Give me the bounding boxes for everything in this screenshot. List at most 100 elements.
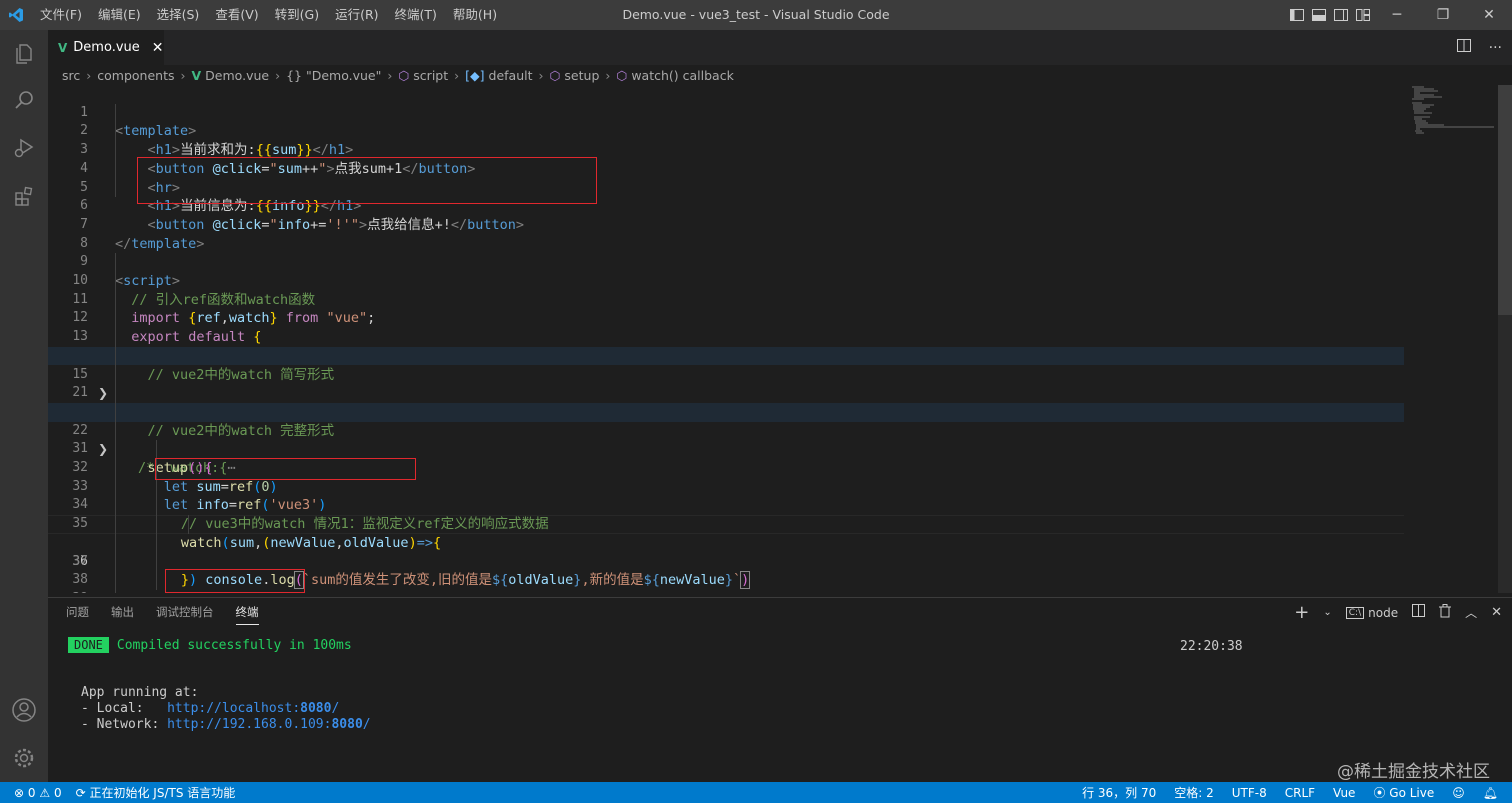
code-line: 2 <h1>当前求和为:{{sum}}</h1> xyxy=(80,123,354,159)
maximize-panel-icon[interactable]: ︿ xyxy=(1465,604,1477,621)
code-line: 37 }) xyxy=(72,553,198,589)
maximize-button[interactable]: ❐ xyxy=(1420,0,1466,30)
extensions-icon[interactable] xyxy=(0,172,48,220)
vue-file-icon: V xyxy=(58,40,68,55)
search-icon[interactable] xyxy=(0,76,48,124)
highlight-box xyxy=(165,569,305,593)
activity-bar xyxy=(0,30,48,782)
window-controls: ─ ❐ ✕ xyxy=(1286,0,1512,30)
go-live-button[interactable]: ⦿ Go Live xyxy=(1373,784,1434,801)
code-line: 35 watch(sum,(newValue,oldValue)=>{ xyxy=(72,516,442,551)
code-line: 10 // 引入ref函数和watch函数 xyxy=(72,273,316,308)
menu-help[interactable]: 帮助(H) xyxy=(445,0,505,30)
watermark: @稀土掘金技术社区 xyxy=(1337,762,1490,782)
breadcrumb-file[interactable]: Demo.vue xyxy=(205,68,269,83)
code-line: 13 name: 'Demo', xyxy=(72,329,253,364)
split-terminal-icon[interactable] xyxy=(1412,604,1426,621)
menu-file[interactable]: 文件(F) xyxy=(32,0,90,30)
indentation[interactable]: 空格: 2 xyxy=(1174,784,1214,801)
settings-gear-icon[interactable] xyxy=(0,734,48,782)
code-line: 34 // vue3中的watch 情况1：监视定义ref定义的响应式数据 xyxy=(72,497,549,533)
split-editor-icon[interactable] xyxy=(1456,39,1471,56)
editor-scrollbar[interactable] xyxy=(1498,85,1512,593)
menu-selection[interactable]: 选择(S) xyxy=(149,0,208,30)
task-status[interactable]: ⟳ 正在初始化 JS/TS 语言功能 xyxy=(76,784,236,801)
language-mode[interactable]: Vue xyxy=(1333,786,1355,800)
toggle-sidebar-icon[interactable] xyxy=(1286,0,1308,30)
chevron-down-icon[interactable]: ⌄ xyxy=(1323,607,1331,618)
done-badge: DONE xyxy=(68,637,109,653)
terminal-network-line: - Network: http://192.168.0.109:8080/ xyxy=(81,717,371,732)
code-line-folded: 22 ❯ /* watch:{⋯ xyxy=(48,402,1404,476)
new-terminal-icon[interactable]: + xyxy=(1294,602,1309,623)
line-ending[interactable]: CRLF xyxy=(1285,786,1315,800)
broadcast-icon: ⦿ xyxy=(1373,786,1386,800)
toggle-panel-icon[interactable] xyxy=(1308,0,1330,30)
vscode-logo-icon xyxy=(0,0,32,30)
breadcrumb-module[interactable]: {} "Demo.vue" xyxy=(286,68,381,83)
customize-layout-icon[interactable] xyxy=(1352,0,1374,30)
code-line-folded: 15 ❯ /* watch:{ ⋯ xyxy=(48,346,1404,420)
problems-status[interactable]: ⊗ 0 ⚠ 0 xyxy=(14,786,62,800)
tab-label: Demo.vue xyxy=(73,40,140,55)
highlight-box xyxy=(137,157,597,204)
code-line: 11 import {ref,watch} from "vue"; xyxy=(72,291,376,327)
explorer-icon[interactable] xyxy=(0,30,48,78)
encoding[interactable]: UTF-8 xyxy=(1232,786,1267,800)
panel-tabs: 问题 输出 调试控制台 终端 xyxy=(66,604,259,625)
minimap[interactable] xyxy=(1404,85,1504,593)
status-bar: ⊗ 0 ⚠ 0 ⟳ 正在初始化 JS/TS 语言功能 行 36，列 70 空格:… xyxy=(0,782,1512,803)
menu-edit[interactable]: 编辑(E) xyxy=(90,0,149,30)
terminal-shell-label[interactable]: node xyxy=(1368,606,1398,620)
breadcrumb: src › components › V Demo.vue › {} "Demo.vu… xyxy=(48,65,1512,85)
close-window-button[interactable]: ✕ xyxy=(1466,0,1512,30)
tab-problems[interactable]: 问题 xyxy=(66,604,89,625)
tab-debug-console[interactable]: 调试控制台 xyxy=(156,604,214,625)
network-url-link[interactable]: http://192.168.0.109: xyxy=(167,717,331,732)
sync-icon: ⟳ xyxy=(75,786,86,800)
breadcrumb-watch-callback[interactable]: watch() callback xyxy=(631,68,734,83)
menu-run[interactable]: 运行(R) xyxy=(327,0,386,30)
menu-go[interactable]: 转到(G) xyxy=(267,0,327,30)
method-icon: ⬡ xyxy=(549,67,561,83)
breadcrumb-default[interactable]: default xyxy=(489,68,533,83)
close-tab-icon[interactable]: ✕ xyxy=(152,40,164,56)
more-actions-icon[interactable]: ··· xyxy=(1489,40,1502,56)
code-line: 21 xyxy=(72,385,88,401)
run-debug-icon[interactable] xyxy=(0,124,48,172)
trash-icon[interactable] xyxy=(1439,603,1452,622)
terminal-shell-icon[interactable]: C:\ xyxy=(1345,606,1365,619)
breadcrumb-script[interactable]: script xyxy=(413,68,448,83)
notifications-bell-icon[interactable]: 🔔︎ xyxy=(1483,786,1498,800)
accounts-icon[interactable] xyxy=(0,686,48,734)
close-panel-icon[interactable]: ✕ xyxy=(1491,605,1502,620)
scrollbar-thumb[interactable] xyxy=(1498,85,1512,315)
code-editor[interactable]: 1 <template> 2 <h1>当前求和为:{{sum}}</h1> 3 … xyxy=(48,85,1512,593)
error-icon: ⊗ xyxy=(14,785,25,800)
editor-actions: ··· xyxy=(1456,30,1502,65)
menu-terminal[interactable]: 终端(T) xyxy=(387,0,445,30)
tab-output[interactable]: 输出 xyxy=(111,604,134,625)
breadcrumb-setup[interactable]: setup xyxy=(564,68,599,83)
tab-terminal[interactable]: 终端 xyxy=(235,604,259,625)
minimize-button[interactable]: ─ xyxy=(1374,0,1420,30)
menu-view[interactable]: 查看(V) xyxy=(207,0,266,30)
editor-tabs: V Demo.vue ✕ ··· xyxy=(48,30,1512,65)
toggle-secondary-sidebar-icon[interactable] xyxy=(1330,0,1352,30)
local-url-link[interactable]: http://localhost: xyxy=(167,701,300,716)
breadcrumb-components[interactable]: components xyxy=(97,68,174,83)
bottom-panel: 问题 输出 调试控制台 终端 + ⌄ C:\ node ︿ ✕ DONE Comp… xyxy=(48,597,1512,783)
method-icon: ⬡ xyxy=(616,67,628,83)
code-line: 32 let sum=ref(0) xyxy=(72,460,278,495)
code-line: 12 export default { xyxy=(72,310,262,346)
terminal-app-running: App running at: xyxy=(81,685,199,700)
code-line-current: 36 console.log(`sum的值发生了改变,旧的值是${oldValu… xyxy=(48,515,1404,590)
feedback-icon[interactable]: ☺ xyxy=(1452,786,1465,800)
breadcrumb-src[interactable]: src xyxy=(62,68,80,83)
panel-actions: + ⌄ C:\ node ︿ ✕ xyxy=(1294,602,1502,623)
code-line: 1 <template> xyxy=(80,104,197,140)
terminal-local-line: - Local: http://localhost:8080/ xyxy=(81,701,340,716)
cursor-position[interactable]: 行 36，列 70 xyxy=(1082,784,1156,801)
tab-demo-vue[interactable]: V Demo.vue ✕ xyxy=(48,30,164,65)
terminal-compile-line: DONE Compiled successfully in 100ms xyxy=(68,637,352,653)
